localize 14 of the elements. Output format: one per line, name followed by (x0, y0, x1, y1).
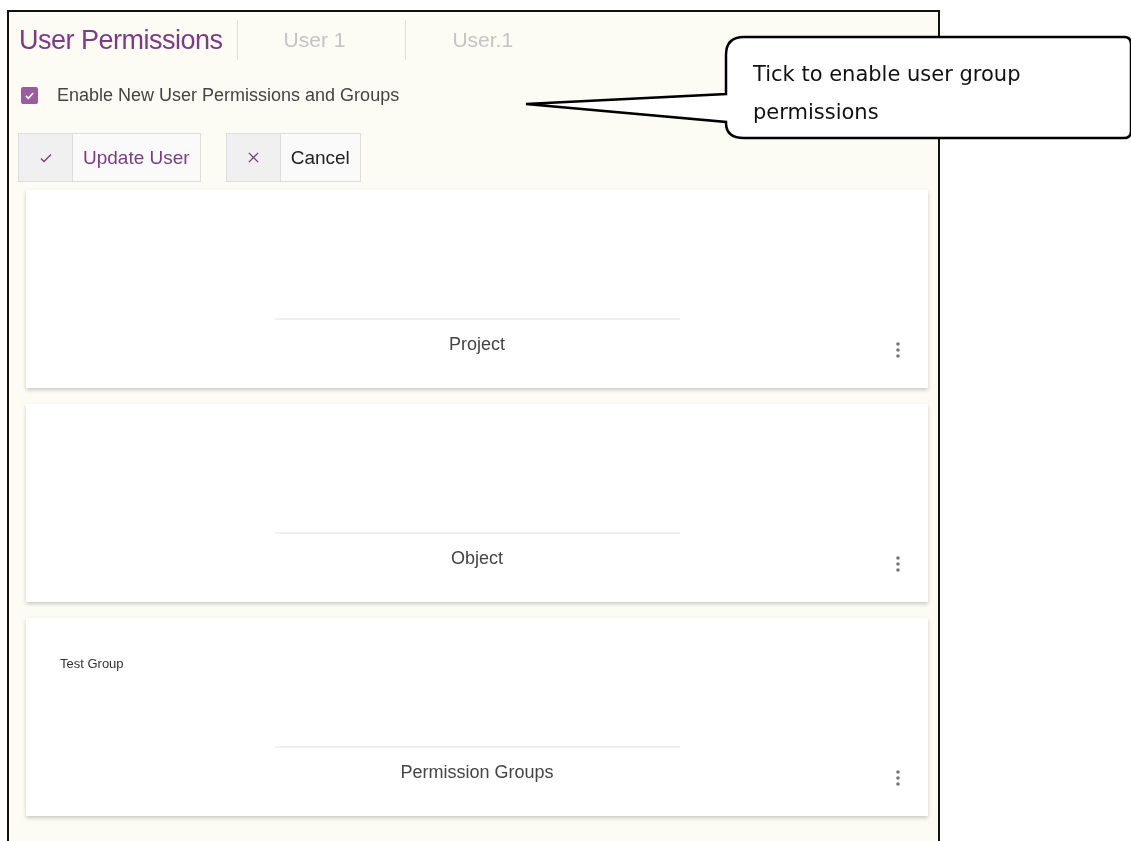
more-icon[interactable] (896, 770, 900, 786)
page-title: User Permissions (19, 24, 223, 56)
cancel-button[interactable]: Cancel (225, 133, 361, 182)
group-item[interactable]: Test Group (60, 656, 124, 671)
card-title: Project (274, 318, 680, 355)
card-title: Permission Groups (274, 746, 680, 783)
more-icon[interactable] (896, 342, 900, 358)
checkbox-label: Enable New User Permissions and Groups (57, 85, 400, 106)
more-icon[interactable] (896, 556, 900, 572)
close-icon (246, 151, 260, 164)
card-title: Object (274, 532, 680, 569)
callout-text: Tick to enable user group permissions (753, 61, 1022, 126)
update-button[interactable]: Update User (18, 133, 201, 182)
checkbox[interactable] (21, 87, 38, 104)
